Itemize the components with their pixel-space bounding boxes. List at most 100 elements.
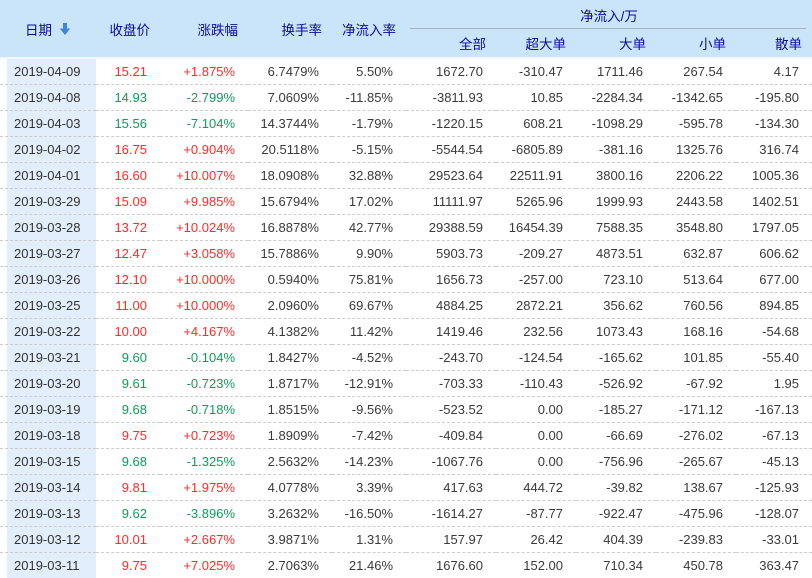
cell-retail: -125.93	[736, 475, 812, 501]
cell-turnover: 7.0609%	[248, 85, 332, 111]
cell-close: 9.62	[96, 501, 160, 527]
cell-small: 2443.58	[656, 189, 736, 215]
cell-retail: 316.74	[736, 137, 812, 163]
cell-inflow_rate: 11.42%	[332, 319, 406, 345]
cell-retail: 1797.05	[736, 215, 812, 241]
cell-super_large: 10.85	[496, 85, 576, 111]
cell-close: 9.81	[96, 475, 160, 501]
cell-super_large: -209.27	[496, 241, 576, 267]
cell-all: -5544.54	[406, 137, 496, 163]
cell-small: 267.54	[656, 59, 736, 85]
cell-large: -526.92	[576, 371, 656, 397]
cell-date: 2019-03-21	[0, 345, 96, 371]
cell-all: 1672.70	[406, 59, 496, 85]
cell-all: -703.33	[406, 371, 496, 397]
cell-close: 12.47	[96, 241, 160, 267]
cell-close: 10.00	[96, 319, 160, 345]
cell-turnover: 15.6794%	[248, 189, 332, 215]
cell-change: +10.000%	[160, 267, 248, 293]
cell-large: 1073.43	[576, 319, 656, 345]
cell-large: -165.62	[576, 345, 656, 371]
cell-super_large: 608.21	[496, 111, 576, 137]
cell-small: 760.56	[656, 293, 736, 319]
cell-large: -756.96	[576, 449, 656, 475]
cell-all: 4884.25	[406, 293, 496, 319]
table-row: 2019-03-1210.01+2.667%3.9871%1.31%157.97…	[0, 527, 812, 553]
cell-inflow_rate: 21.46%	[332, 553, 406, 578]
col-header-close[interactable]: 收盘价	[96, 0, 160, 59]
cell-large: -1098.29	[576, 111, 656, 137]
cell-large: 1999.93	[576, 189, 656, 215]
table-row: 2019-03-2511.00+10.000%2.0960%69.67%4884…	[0, 293, 812, 319]
table-row: 2019-03-199.68-0.718%1.8515%-9.56%-523.5…	[0, 397, 812, 423]
table-row: 2019-03-139.62-3.896%3.2632%-16.50%-1614…	[0, 501, 812, 527]
cell-inflow_rate: -4.52%	[332, 345, 406, 371]
cell-large: -66.69	[576, 423, 656, 449]
col-header-small[interactable]: 小单	[656, 29, 736, 59]
cell-super_large: -6805.89	[496, 137, 576, 163]
cell-change: +1.875%	[160, 59, 248, 85]
cell-turnover: 0.5940%	[248, 267, 332, 293]
cell-date: 2019-03-20	[0, 371, 96, 397]
table-row: 2019-03-2915.09+9.985%15.6794%17.02%1111…	[0, 189, 812, 215]
cell-super_large: -87.77	[496, 501, 576, 527]
col-header-super-large[interactable]: 超大单	[496, 29, 576, 59]
cell-retail: -134.30	[736, 111, 812, 137]
col-header-turnover[interactable]: 换手率	[248, 0, 332, 59]
cell-super_large: 16454.39	[496, 215, 576, 241]
cell-all: 11111.97	[406, 189, 496, 215]
cell-retail: -45.13	[736, 449, 812, 475]
table-row: 2019-04-0315.56-7.104%14.3744%-1.79%-122…	[0, 111, 812, 137]
cell-retail: 363.47	[736, 553, 812, 578]
table-row: 2019-03-189.75+0.723%1.8909%-7.42%-409.8…	[0, 423, 812, 449]
cell-all: 157.97	[406, 527, 496, 553]
table-row: 2019-03-219.60-0.104%1.8427%-4.52%-243.7…	[0, 345, 812, 371]
cell-retail: 1005.36	[736, 163, 812, 189]
cell-small: 513.64	[656, 267, 736, 293]
col-header-inflow-rate[interactable]: 净流入率	[332, 0, 406, 59]
cell-turnover: 18.0908%	[248, 163, 332, 189]
cell-inflow_rate: -1.79%	[332, 111, 406, 137]
cell-super_large: 0.00	[496, 423, 576, 449]
cell-turnover: 1.8515%	[248, 397, 332, 423]
col-header-date[interactable]: 日期	[0, 0, 96, 59]
cell-inflow_rate: -11.85%	[332, 85, 406, 111]
cell-super_large: 5265.96	[496, 189, 576, 215]
cell-date: 2019-03-26	[0, 267, 96, 293]
cell-retail: -128.07	[736, 501, 812, 527]
cell-date: 2019-03-15	[0, 449, 96, 475]
col-header-large[interactable]: 大单	[576, 29, 656, 59]
table-row: 2019-04-0116.60+10.007%18.0908%32.88%295…	[0, 163, 812, 189]
cell-turnover: 1.8427%	[248, 345, 332, 371]
cell-date: 2019-04-03	[0, 111, 96, 137]
cell-all: 29523.64	[406, 163, 496, 189]
col-header-change[interactable]: 涨跌幅	[160, 0, 248, 59]
cell-date: 2019-03-27	[0, 241, 96, 267]
cell-close: 15.56	[96, 111, 160, 137]
table-row: 2019-03-209.61-0.723%1.8717%-12.91%-703.…	[0, 371, 812, 397]
cell-all: 1676.60	[406, 553, 496, 578]
cell-close: 11.00	[96, 293, 160, 319]
sort-desc-arrow-icon[interactable]	[59, 23, 71, 35]
cell-turnover: 1.8717%	[248, 371, 332, 397]
table-row: 2019-04-0915.21+1.875%6.7479%5.50%1672.7…	[0, 59, 812, 85]
cell-change: +10.007%	[160, 163, 248, 189]
cell-super_large: 0.00	[496, 449, 576, 475]
cell-date: 2019-03-11	[0, 553, 96, 578]
cell-close: 10.01	[96, 527, 160, 553]
cell-small: -475.96	[656, 501, 736, 527]
cell-date: 2019-03-25	[0, 293, 96, 319]
col-header-all[interactable]: 全部	[406, 29, 496, 59]
cell-date: 2019-03-28	[0, 215, 96, 241]
col-header-retail[interactable]: 散单	[736, 29, 812, 59]
cell-small: -1342.65	[656, 85, 736, 111]
cell-large: 404.39	[576, 527, 656, 553]
cell-inflow_rate: 5.50%	[332, 59, 406, 85]
cell-small: 101.85	[656, 345, 736, 371]
cell-super_large: -310.47	[496, 59, 576, 85]
cell-turnover: 1.8909%	[248, 423, 332, 449]
cell-close: 9.75	[96, 423, 160, 449]
cell-inflow_rate: 69.67%	[332, 293, 406, 319]
cell-small: 450.78	[656, 553, 736, 578]
cell-close: 15.09	[96, 189, 160, 215]
